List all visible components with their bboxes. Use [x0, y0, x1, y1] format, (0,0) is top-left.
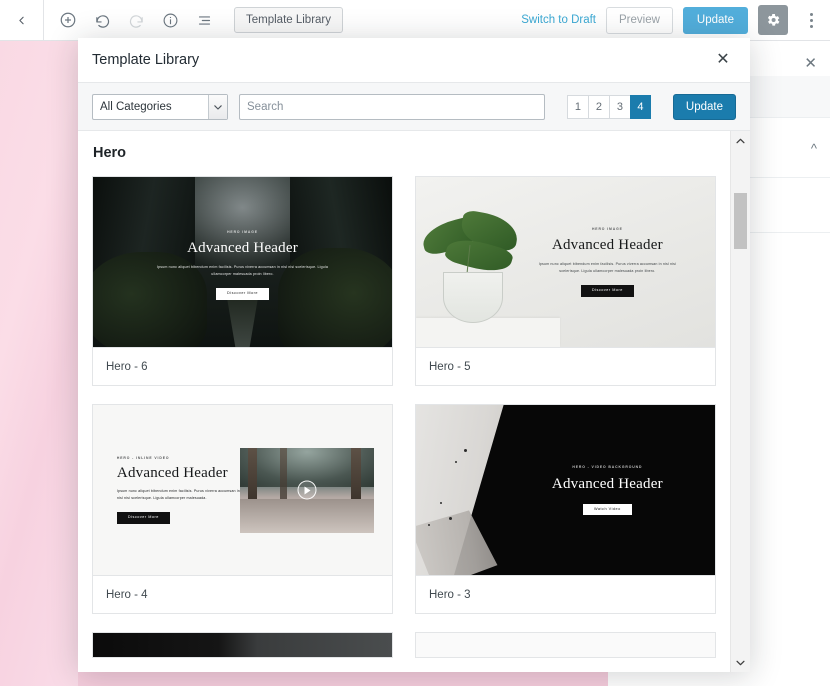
template-library-button-label: Template Library	[246, 14, 332, 26]
modal-header: Template Library ✕	[78, 38, 750, 83]
template-card[interactable]	[92, 632, 393, 658]
template-scroll-area: Hero HERO IMAGE Advanced Header Ipsum nu…	[78, 131, 730, 672]
more-options-button[interactable]	[798, 5, 824, 35]
template-thumbnail	[93, 633, 392, 657]
thumb-body: Ipsum nunc aliquet bibendum enim facilis…	[116, 488, 240, 500]
redo-icon	[129, 14, 143, 28]
chevron-up-icon	[736, 138, 745, 143]
template-card[interactable]: HERO IMAGE Advanced Header Ipsum nunc al…	[415, 176, 716, 386]
category-select-value: All Categories	[100, 100, 172, 113]
undo-button[interactable]	[86, 4, 118, 36]
search-input[interactable]	[239, 93, 545, 120]
modal-filter-bar: All Categories 1 2 3 4 Update	[78, 83, 750, 131]
chevron-down-icon	[208, 94, 228, 119]
plus-circle-icon	[60, 12, 76, 28]
scrollbar-down-button[interactable]	[731, 653, 750, 672]
chevron-left-icon	[19, 16, 24, 24]
template-thumbnail: HERO - VIDEO BACKGROUND Advanced Header …	[416, 405, 715, 575]
section-title-hero: Hero	[93, 145, 127, 161]
template-card-label: Hero - 4	[93, 575, 392, 613]
list-view-icon	[198, 15, 210, 25]
chevron-down-icon	[736, 660, 745, 665]
thumb-body: Ipsum nunc aliquet bibendum enim facilis…	[156, 265, 329, 277]
template-thumbnail: HERO IMAGE Advanced Header Ipsum nunc al…	[416, 177, 715, 347]
list-view-button[interactable]	[188, 4, 220, 36]
thumb-video-preview	[239, 447, 375, 533]
thumb-body: Ipsum nunc aliquet bibendum enim facilis…	[538, 262, 677, 274]
undo-icon	[95, 14, 109, 28]
template-card-label: Hero - 5	[416, 347, 715, 385]
template-card[interactable]	[415, 632, 716, 658]
scrollbar-up-button[interactable]	[731, 131, 750, 150]
thumb-heading: Advanced Header	[551, 237, 663, 254]
background-collapse-icon[interactable]: ^	[811, 142, 817, 155]
modal-close-button[interactable]: ✕	[713, 50, 733, 70]
canvas-pink-block	[0, 38, 78, 686]
update-button[interactable]: Update	[682, 6, 748, 34]
template-card[interactable]: HERO - VIDEO BACKGROUND Advanced Header …	[415, 404, 716, 614]
gear-icon	[767, 14, 780, 26]
toolbar-actions: Switch to Draft Preview Update	[521, 5, 830, 35]
play-icon	[297, 480, 317, 500]
update-button-label: Update	[696, 14, 734, 26]
template-card[interactable]: HERO IMAGE Advanced Header Ipsum nunc al…	[92, 176, 393, 386]
thumb-cta-button: Discover More	[116, 512, 170, 525]
pagination: 1 2 3 4	[566, 94, 651, 119]
template-thumbnail: HERO IMAGE Advanced Header Ipsum nunc al…	[93, 177, 392, 347]
scrollbar-thumb[interactable]	[734, 193, 747, 249]
preview-button[interactable]: Preview	[606, 6, 673, 34]
content-info-button[interactable]	[154, 4, 186, 36]
back-button[interactable]	[0, 0, 44, 41]
thumb-cta-button: Watch Video	[582, 503, 632, 516]
modal-body: Hero HERO IMAGE Advanced Header Ipsum nu…	[78, 131, 750, 672]
modal-update-label: Update	[685, 100, 723, 113]
thumb-eyebrow: HERO - VIDEO BACKGROUND	[572, 464, 643, 469]
add-block-button[interactable]	[52, 4, 84, 36]
thumb-heading: Advanced Header	[187, 240, 298, 257]
pagination-page-4[interactable]: 4	[629, 94, 651, 119]
template-card-label: Hero - 6	[93, 347, 392, 385]
background-close-icon[interactable]: ✕	[804, 56, 817, 71]
category-select[interactable]: All Categories	[92, 93, 229, 120]
template-card-label: Hero - 3	[416, 575, 715, 613]
preview-button-label: Preview	[619, 14, 660, 26]
template-thumbnail	[416, 633, 715, 657]
modal-update-button[interactable]: Update	[672, 93, 736, 120]
template-library-button[interactable]: Template Library	[234, 7, 344, 33]
thumb-eyebrow: HERO IMAGE	[227, 230, 258, 235]
thumb-heading: Advanced Header	[551, 475, 663, 492]
toolbar-icon-group	[44, 4, 220, 36]
switch-to-draft-link[interactable]: Switch to Draft	[521, 14, 596, 26]
thumb-eyebrow: HERO IMAGE	[591, 227, 623, 232]
template-thumbnail: HERO - INLINE VIDEO Advanced Header Ipsu…	[93, 405, 392, 575]
thumb-heading: Advanced Header	[116, 464, 228, 481]
thumb-cta-button: Discover More	[580, 284, 634, 297]
pagination-page-1[interactable]: 1	[566, 94, 588, 119]
template-grid: HERO IMAGE Advanced Header Ipsum nunc al…	[92, 176, 716, 614]
template-card[interactable]: HERO - INLINE VIDEO Advanced Header Ipsu…	[92, 404, 393, 614]
pagination-page-2[interactable]: 2	[587, 94, 609, 119]
thumb-cta-button: Discover More	[216, 287, 269, 300]
template-grid-next-row	[92, 632, 716, 658]
redo-button[interactable]	[120, 4, 152, 36]
thumb-eyebrow: HERO - INLINE VIDEO	[116, 455, 170, 460]
pagination-page-3[interactable]: 3	[608, 94, 630, 119]
modal-title: Template Library	[92, 52, 200, 68]
template-library-modal: Template Library ✕ All Categories 1 2 3 …	[78, 38, 750, 672]
modal-scrollbar[interactable]	[730, 131, 750, 672]
settings-button[interactable]	[758, 5, 788, 35]
info-circle-icon	[163, 13, 177, 27]
more-vertical-icon	[809, 11, 813, 29]
editor-toolbar: Template Library Switch to Draft Preview…	[0, 0, 830, 41]
